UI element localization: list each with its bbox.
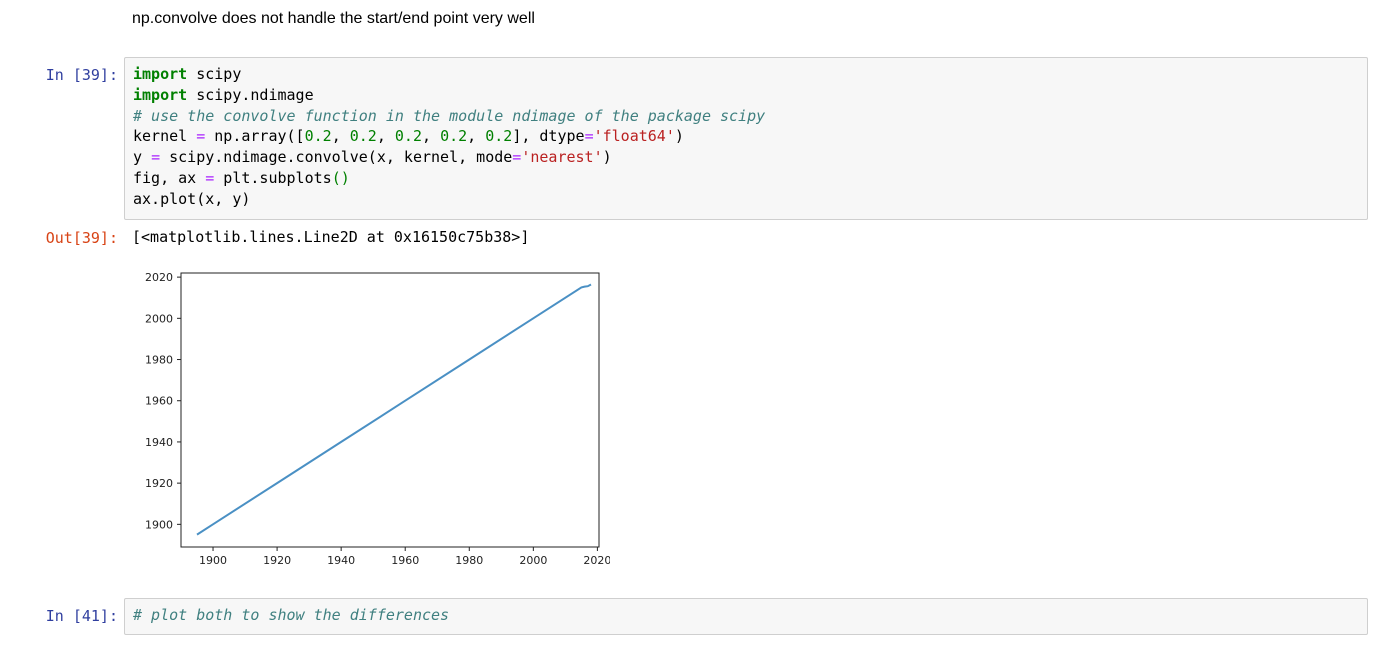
code-token: 0.2 (485, 127, 513, 146)
y-tick-label: 1920 (145, 477, 173, 490)
code-token: = (151, 148, 161, 167)
code-token: # use the convolve function in the modul… (133, 106, 766, 125)
code-token: 0.2 (394, 127, 422, 146)
code-token: y (133, 148, 152, 167)
code-token: = (584, 127, 594, 146)
markdown-text: np.convolve does not handle the start/en… (132, 10, 535, 27)
code-token: ax.plot(x, y) (133, 189, 251, 208)
code-token: = (196, 127, 206, 146)
y-tick-label: 2000 (145, 312, 173, 325)
code-token: 'float64' (593, 127, 675, 146)
code-token: 0.2 (349, 127, 377, 146)
code-token: , (331, 127, 350, 146)
plot-output: 1900 1920 1940 1960 1980 2000 2020 1900 1920 1940… (145, 271, 610, 567)
y-tick-label: 2020 (145, 271, 173, 284)
code-line: kernel = np.array([0.2, 0.2, 0.2, 0.2, 0… (133, 126, 1359, 147)
x-tick-label: 2020 (583, 554, 610, 567)
code-line: import scipy (133, 64, 1359, 85)
code-token: = (512, 148, 522, 167)
output-text-39: [<matplotlib.lines.Line2D at 0x16150c75b… (132, 228, 530, 246)
x-tick-label: 1960 (391, 554, 419, 567)
code-token: 'nearest' (521, 148, 603, 167)
x-tick-label: 1980 (455, 554, 483, 567)
code-token: = (205, 168, 215, 187)
code-token: ], dtype (512, 127, 585, 146)
code-line: import scipy.ndimage (133, 85, 1359, 106)
code-cell-41[interactable]: # plot both to show the differences (124, 598, 1368, 635)
code-token: , (422, 127, 441, 146)
code-line: # plot both to show the differences (133, 605, 1359, 626)
code-token: , (376, 127, 395, 146)
code-token: ) (674, 127, 684, 146)
code-line: # use the convolve function in the modul… (133, 106, 1359, 127)
y-tick-label: 1960 (145, 395, 173, 408)
y-tick-label: 1980 (145, 354, 173, 367)
code-token: import (133, 65, 188, 83)
code-token: , (467, 127, 486, 146)
x-tick-label: 1920 (263, 554, 291, 567)
y-tick-label: 1940 (145, 436, 173, 449)
code-line: ax.plot(x, y) (133, 189, 1359, 210)
y-tick-label: 1900 (145, 518, 173, 531)
code-token: ) (602, 148, 612, 167)
code-line: fig, ax = plt.subplots() (133, 168, 1359, 189)
code-token: plt.subplots (214, 168, 332, 187)
prompt-out-39: Out[39]: (45, 229, 118, 247)
code-token: scipy.ndimage (187, 85, 314, 104)
code-token: scipy (187, 65, 242, 83)
code-token: np.array([ (205, 127, 305, 146)
prompt-in-41: In [41]: (45, 607, 118, 625)
code-token: 0.2 (440, 127, 468, 146)
code-line: y = scipy.ndimage.convolve(x, kernel, mo… (133, 147, 1359, 168)
code-token: fig, ax (133, 168, 206, 187)
code-token: () (331, 168, 350, 187)
code-token: 0.2 (304, 127, 332, 146)
x-tick-label: 1940 (327, 554, 355, 567)
code-token: import (133, 85, 188, 104)
code-cell-39[interactable]: import scipy import scipy.ndimage # use th… (124, 57, 1368, 220)
x-tick-label: 1900 (199, 554, 227, 567)
x-tick-label: 2000 (519, 554, 547, 567)
code-token: kernel (133, 127, 197, 146)
code-token: # plot both to show the differences (133, 606, 450, 624)
code-token: scipy.ndimage.convolve(x, kernel, mode (160, 148, 513, 167)
prompt-in-39: In [39]: (45, 66, 118, 84)
